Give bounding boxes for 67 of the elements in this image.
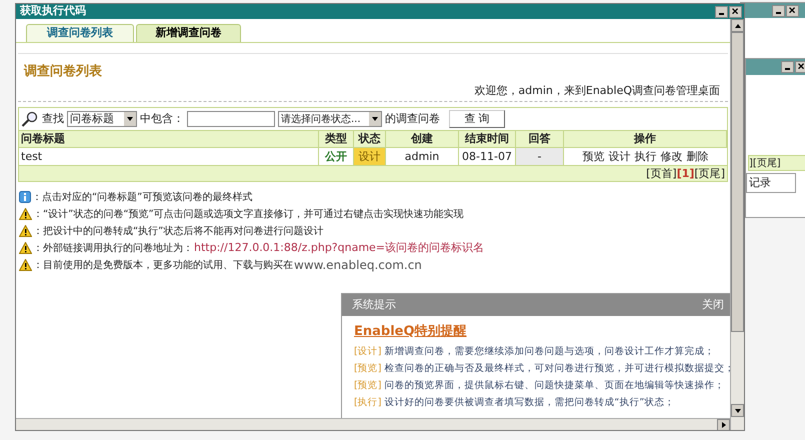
column-header: 类型 — [319, 131, 354, 147]
note-text: ：“设计”状态的问卷“预览”可点击问题或选项文字直接修订，并可通过右键点击实现快速功能实现 — [33, 208, 464, 222]
tab[interactable]: 调查问卷列表 — [26, 24, 134, 42]
column-header: 结束时间 — [459, 131, 516, 147]
action-link[interactable]: 执行 — [634, 148, 656, 165]
tip-text: 问卷的预览界面，提供鼠标右键、问题快捷菜单、页面在地编辑等快速操作； — [384, 378, 724, 392]
tag-label: [设计] — [354, 344, 382, 358]
pagination-text: ][页尾] — [749, 156, 781, 170]
warning-icon — [19, 259, 32, 271]
page-title: 调查问卷列表 — [22, 63, 103, 81]
tab[interactable]: 新增调查问卷 — [136, 24, 241, 42]
field-select[interactable]: 问卷标题 — [67, 111, 137, 127]
keyword-field[interactable] — [187, 111, 275, 127]
search-icon — [21, 111, 39, 127]
minimize-icon[interactable] — [781, 61, 794, 73]
close-icon[interactable] — [729, 6, 742, 18]
horizontal-scrollbar[interactable] — [16, 418, 730, 430]
welcome-text: 欢迎您，admin，来到EnableQ调查问卷管理桌面 — [474, 82, 720, 98]
window-title: 获取执行代码 — [20, 4, 86, 20]
dropdown-icon — [372, 117, 378, 121]
contains-label: 中包含： — [140, 110, 184, 127]
address-link[interactable]: http://127.0.0.1:88/z.php?qname=该问卷的问卷标识名 — [194, 240, 484, 256]
suffix-label: 的调查问卷 — [385, 110, 440, 127]
warning-icon — [19, 208, 32, 220]
status-select[interactable]: 请选择问卷状态... — [278, 111, 382, 127]
right-arrow-icon[interactable] — [722, 422, 726, 428]
down-arrow-icon[interactable] — [734, 408, 740, 412]
popup-title: 系统提示 — [352, 296, 396, 313]
action-link[interactable]: 预览 — [582, 148, 604, 165]
vertical-scrollbar[interactable] — [730, 19, 744, 430]
table-cell: - — [516, 148, 564, 165]
note-text: ：目前使用的是免费版本，更多功能的试用、下载与购买在 — [33, 258, 293, 272]
action-link[interactable]: 修改 — [660, 148, 682, 165]
website-link[interactable]: www.enableq.com.cn — [294, 256, 422, 274]
pagination-link[interactable]: [页尾] — [694, 166, 725, 181]
tag-label: [预览] — [354, 378, 382, 392]
column-header: 操作 — [564, 131, 727, 147]
warning-icon — [19, 242, 32, 254]
column-header: 问卷标题 — [19, 131, 319, 147]
record-button[interactable]: 记录 — [746, 173, 796, 193]
column-header: 回答 — [516, 131, 564, 147]
note-text: ：外部链接调用执行的问卷地址为： — [33, 242, 193, 256]
info-icon — [19, 191, 31, 203]
tip-text: 检查问卷的正确与否及最终样式，可对问卷进行预览，并可进行模拟数据提交； — [384, 362, 730, 376]
column-header: 创建 — [386, 131, 459, 147]
tip-text: 设计好的问卷要供被调查者填写数据，需把问卷转成“执行”状态； — [384, 396, 674, 410]
search-label: 查找 — [42, 110, 64, 127]
status-badge: 设计 — [354, 148, 386, 165]
note-text: ：点击对应的“问卷标题”可预览该问卷的最终样式 — [32, 190, 252, 204]
close-icon[interactable] — [786, 4, 799, 16]
warning-icon — [19, 225, 32, 237]
tag-label: [预览] — [354, 362, 382, 376]
pagination-link[interactable]: [页首] — [646, 166, 677, 181]
tag-label: [执行] — [354, 396, 382, 410]
dropdown-icon — [127, 117, 133, 121]
tip-text: 新增调查问卷，需要您继续添加问卷问题与选项，问卷设计工作才算完成； — [384, 344, 714, 358]
minimize-icon[interactable] — [715, 6, 728, 18]
minimize-icon[interactable] — [772, 4, 785, 16]
action-link[interactable]: 设计 — [608, 148, 630, 165]
up-arrow-icon[interactable] — [734, 24, 740, 28]
note-text: ：把设计中的问卷转成“执行”状态后将不能再对问卷进行问题设计 — [33, 224, 324, 238]
popup-heading: EnableQ特别提醒 — [354, 323, 467, 341]
query-button[interactable]: 查 询 — [449, 110, 505, 128]
action-link[interactable]: 删除 — [686, 148, 708, 165]
column-header: 状态 — [354, 131, 386, 147]
pagination-link[interactable]: [1] — [676, 166, 694, 181]
close-icon[interactable] — [795, 61, 805, 73]
